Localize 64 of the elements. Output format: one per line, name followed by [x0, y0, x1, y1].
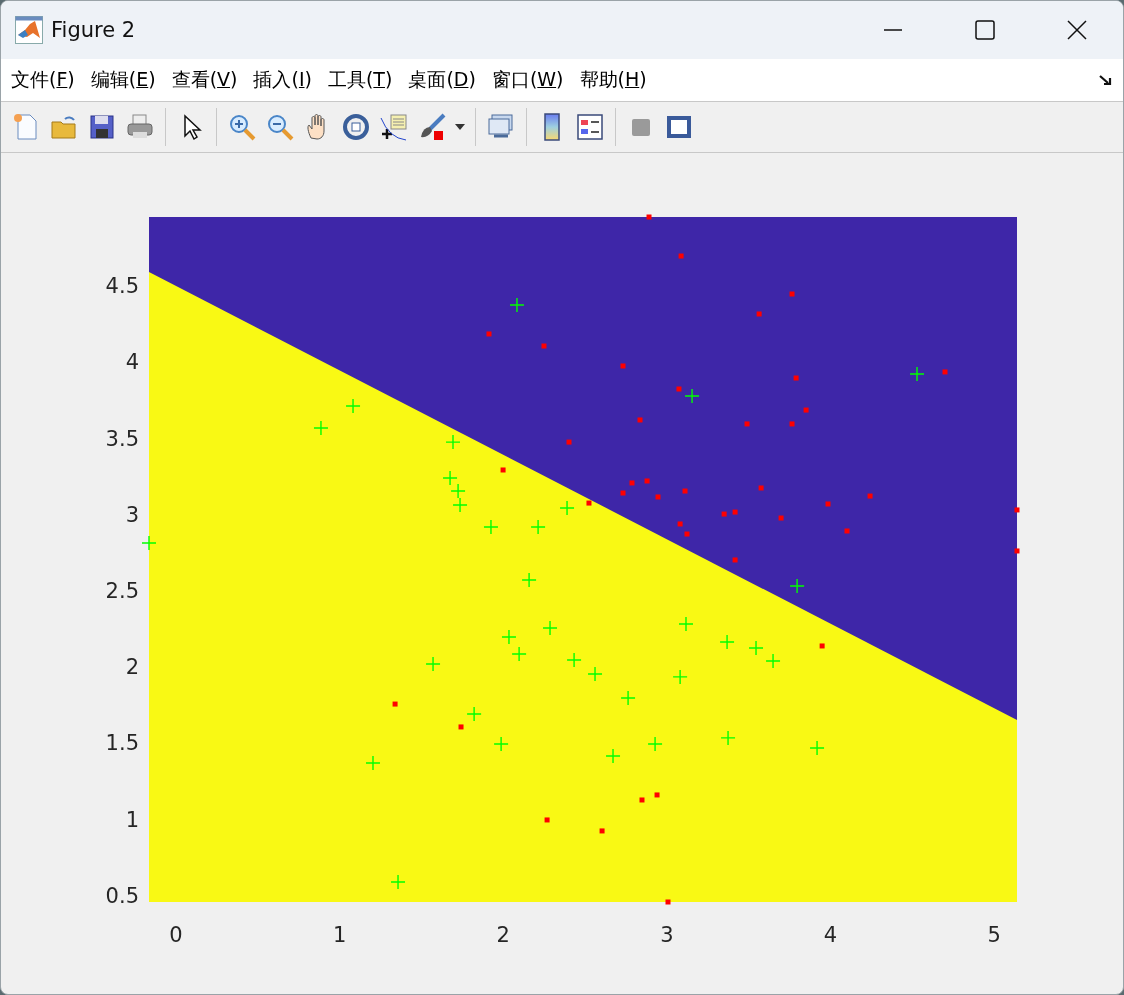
x-tick-label: 4 — [823, 923, 838, 947]
plus-marker — [445, 434, 461, 450]
plus-marker — [530, 519, 546, 535]
plus-marker — [425, 656, 441, 672]
menu-item[interactable]: 窗口(W) — [491, 67, 564, 93]
plus-marker — [345, 398, 361, 414]
plus-marker — [748, 640, 764, 656]
plus-marker — [141, 535, 157, 551]
y-tick-label: 2 — [125, 655, 139, 680]
menu-item[interactable]: 编辑(E) — [90, 67, 156, 93]
plus-marker — [672, 669, 688, 685]
menu-item[interactable]: 工具(T) — [327, 67, 393, 93]
close-icon — [1067, 20, 1087, 40]
plus-marker — [559, 500, 575, 516]
plus-marker — [450, 483, 466, 499]
y-tick-label: 1.5 — [105, 731, 139, 756]
y-tick-label: 2.5 — [105, 579, 139, 603]
x-tick-label: 0 — [169, 923, 183, 947]
plus-marker — [483, 519, 499, 535]
plus-marker — [542, 620, 558, 636]
plus-marker — [511, 646, 527, 662]
y-tick-label: 4.5 — [105, 274, 139, 298]
plus-marker — [789, 578, 805, 594]
y-tick-label: 0.5 — [105, 884, 139, 908]
x-tick-label: 5 — [987, 923, 1001, 947]
menu-item[interactable]: 查看(V) — [171, 67, 238, 93]
plus-marker — [647, 736, 663, 752]
y-tick-label: 3.5 — [105, 426, 139, 451]
plus-marker — [442, 470, 458, 486]
plus-marker — [509, 297, 525, 313]
plus-marker — [809, 740, 825, 756]
plus-marker — [684, 388, 700, 404]
plus-marker — [452, 497, 468, 513]
plus-marker — [390, 874, 406, 890]
menu-item[interactable]: 插入(I) — [253, 67, 312, 93]
window-title: Figure 2 — [51, 18, 137, 42]
plus-marker — [365, 755, 381, 771]
plus-marker — [521, 572, 537, 588]
dock-arrow-icon[interactable] — [1099, 73, 1113, 87]
x-tick-label: 1 — [332, 923, 347, 947]
plus-marker — [493, 736, 509, 752]
maximize-icon — [975, 20, 995, 40]
menu-item[interactable]: 文件(F) — [11, 67, 75, 93]
minimize-icon — [883, 29, 903, 31]
app-logo-icon — [15, 16, 43, 44]
x-tick-label: 2 — [496, 923, 510, 947]
menu-item[interactable]: 帮助(H) — [579, 67, 647, 93]
plus-marker — [605, 748, 621, 764]
plus-marker — [909, 366, 925, 382]
menu-item[interactable]: 桌面(D) — [408, 67, 476, 93]
plus-marker — [466, 706, 482, 722]
y-tick-label: 3 — [125, 502, 139, 527]
plus-marker — [765, 653, 781, 669]
plus-marker — [313, 420, 329, 436]
plus-marker — [719, 634, 735, 650]
plus-marker — [501, 629, 517, 645]
y-tick-label: 1 — [125, 807, 139, 832]
plus-marker — [720, 730, 736, 746]
y-tick-label: 4 — [125, 350, 139, 375]
plus-marker — [566, 652, 582, 668]
plus-marker — [678, 616, 694, 632]
plus-marker — [620, 690, 636, 706]
x-tick-label: 3 — [660, 923, 674, 947]
plus-marker — [587, 666, 603, 682]
